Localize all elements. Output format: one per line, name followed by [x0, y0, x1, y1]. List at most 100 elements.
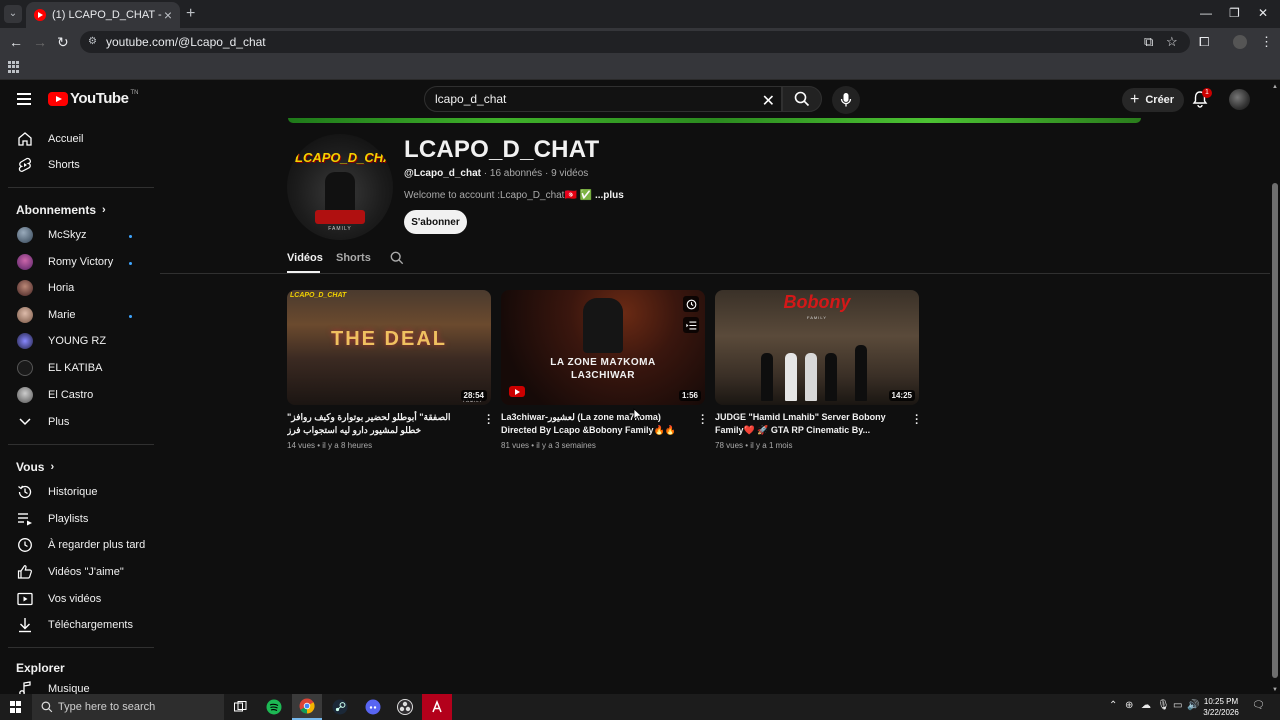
sidebar-item-home[interactable]: Accueil — [0, 126, 154, 152]
tabs-divider — [160, 273, 1270, 274]
address-url: youtube.com/@Lcapo_d_chat — [106, 35, 266, 49]
sidebar-sub-el-castro[interactable]: El Castro — [0, 382, 154, 408]
bookmark-star-icon[interactable]: ☆ — [1166, 34, 1178, 50]
task-view-icon[interactable] — [225, 694, 255, 720]
restore-button[interactable]: ❐ — [1229, 6, 1240, 20]
reload-button[interactable]: ↻ — [57, 34, 69, 51]
channel-handle: @Lcapo_d_chat — [404, 168, 481, 179]
browser-menu-icon[interactable]: ⋮ — [1260, 34, 1273, 50]
spotify-icon[interactable] — [259, 694, 289, 720]
video-card[interactable]: Bobony FAMILY 14:25 JUDGE "Hamid Lmahib"… — [715, 290, 920, 450]
new-content-dot — [129, 262, 132, 265]
browser-tab[interactable]: (1) LCAPO_D_CHAT - YouTube × — [26, 2, 180, 28]
sidebar-item-shorts[interactable]: Shorts — [0, 152, 154, 178]
clear-search-icon[interactable]: ✕ — [762, 91, 775, 111]
video-thumbnail[interactable]: LA ZONE MA7KOMA LA3CHIWAR 1:56 — [501, 290, 705, 405]
back-button[interactable]: ← — [9, 34, 23, 50]
you-title: Vous — [16, 460, 45, 474]
video-card[interactable]: LA ZONE MA7KOMA LA3CHIWAR 1:56 La3chiwar… — [501, 290, 706, 450]
video-duration: 14:25 — [888, 390, 915, 401]
scrollbar-thumb[interactable] — [1272, 183, 1278, 678]
sidebar-item-downloads[interactable]: Téléchargements — [0, 612, 154, 638]
tray-app-icon[interactable]: ⊕ — [1125, 700, 1133, 711]
video-menu-icon[interactable]: · · · — [914, 411, 920, 430]
notifications-button[interactable]: 1 — [1192, 88, 1212, 108]
thumbnail-title-text: THE DEAL — [331, 328, 447, 350]
subscriptions-header[interactable]: Abonnements › — [16, 203, 106, 217]
chrome-icon[interactable] — [292, 694, 322, 720]
video-title[interactable]: La3chiwar-لعشيور (La zone ma7koma) Direc… — [501, 411, 687, 437]
windows-start-icon[interactable] — [10, 701, 22, 713]
youtube-logo[interactable]: YouTube TN — [48, 90, 138, 107]
thumbnail-figure — [855, 345, 867, 401]
close-window-button[interactable]: ✕ — [1258, 6, 1268, 20]
sidebar-item-label: Téléchargements — [48, 619, 133, 631]
video-menu-icon[interactable]: · · · — [700, 411, 706, 430]
search-input[interactable] — [435, 92, 735, 106]
system-clock[interactable]: 10:25 PM 3/22/2026 — [1198, 696, 1244, 718]
sidebar-item-history[interactable]: Historique — [0, 479, 154, 505]
tab-videos[interactable]: Vidéos — [287, 252, 323, 264]
apps-grid-icon[interactable] — [8, 61, 20, 73]
video-menu-icon[interactable]: · · · — [486, 411, 492, 430]
install-app-icon[interactable]: ⧉ — [1144, 34, 1153, 50]
description-more-link[interactable]: ...plus — [595, 190, 624, 201]
notification-center-icon[interactable]: 🗨 — [1252, 700, 1265, 711]
sidebar-item-watch-later[interactable]: À regarder plus tard — [0, 532, 154, 558]
account-avatar[interactable] — [1229, 89, 1250, 110]
sidebar-item-liked-videos[interactable]: Vidéos "J'aime" — [0, 559, 154, 585]
site-info-icon[interactable]: ⚙ — [88, 36, 100, 48]
video-thumbnail[interactable]: LCAPO_D_CHAT THE DEAL FAMILY 28:54 — [287, 290, 491, 405]
tray-overflow-icon[interactable]: ⌃ — [1109, 700, 1117, 711]
sidebar-item-your-videos[interactable]: Vos vidéos — [0, 586, 154, 612]
video-card[interactable]: LCAPO_D_CHAT THE DEAL FAMILY 28:54 "الصف… — [287, 290, 492, 450]
search-icon — [794, 91, 810, 107]
video-duration: 1:56 — [678, 390, 701, 401]
new-content-dot — [129, 315, 132, 318]
tray-app-icon[interactable]: ☁ — [1141, 700, 1151, 711]
search-button[interactable] — [782, 86, 822, 112]
page-scrollbar[interactable]: ▲ ▼ — [1270, 80, 1280, 695]
obs-icon[interactable] — [390, 694, 420, 720]
subscribe-button[interactable]: S'abonner — [404, 210, 467, 234]
scroll-down-icon[interactable]: ▼ — [1272, 687, 1278, 693]
video-thumbnail[interactable]: Bobony FAMILY 14:25 — [715, 290, 919, 405]
video-title[interactable]: "الصفقة" أبوطلو لحضير بوتوارة وكيف روافز… — [287, 411, 473, 437]
channel-banner — [288, 118, 1141, 123]
minimize-button[interactable]: — — [1200, 6, 1212, 20]
notification-badge: 1 — [1202, 88, 1212, 98]
tab-shorts[interactable]: Shorts — [336, 252, 371, 264]
tab-close-icon[interactable]: × — [164, 7, 172, 23]
thumbnail-figure — [805, 353, 817, 401]
scroll-up-icon[interactable]: ▲ — [1272, 84, 1278, 90]
you-header[interactable]: Vous › — [16, 460, 54, 474]
taskbar-search[interactable]: Type here to search — [32, 694, 224, 720]
sidebar-item-playlists[interactable]: Playlists — [0, 506, 154, 532]
channel-search-button[interactable] — [390, 251, 404, 265]
channel-description[interactable]: Welcome to account :Lcapo_D_chat🇹🇳 ✅ ...… — [404, 190, 624, 201]
video-title[interactable]: JUDGE "Hamid Lmahib" Server Bobony Famil… — [715, 411, 901, 437]
menu-hamburger-icon[interactable] — [17, 93, 31, 105]
voice-search-button[interactable] — [832, 86, 860, 114]
extensions-icon[interactable]: ⧠ — [1199, 34, 1209, 50]
steam-icon[interactable] — [325, 694, 355, 720]
sidebar-sub-horia[interactable]: Horia — [0, 275, 154, 301]
address-bar[interactable]: ⚙ youtube.com/@Lcapo_d_chat — [80, 31, 1190, 53]
discord-icon[interactable] — [358, 694, 388, 720]
channel-avatar-large[interactable]: LCAPO_D_CHAT FAMILY — [287, 134, 393, 240]
sidebar-item-music[interactable]: Musique — [0, 676, 154, 695]
sidebar-sub-young-rz[interactable]: YOUNG RZ — [0, 328, 154, 354]
adobe-app-icon[interactable] — [422, 694, 452, 720]
sidebar-item-more[interactable]: Plus — [0, 409, 154, 435]
create-button[interactable]: + Créer — [1122, 88, 1185, 112]
new-tab-button[interactable]: + — [186, 5, 195, 23]
microphone-tray-icon[interactable]: 🎙 — [1157, 700, 1170, 711]
chevron-down-icon — [17, 414, 33, 430]
network-icon[interactable]: ▭ — [1173, 700, 1182, 711]
profile-avatar[interactable] — [1233, 35, 1247, 49]
watch-later-icon[interactable] — [683, 296, 699, 312]
tab-list-button[interactable]: ⌄ — [4, 5, 22, 23]
add-to-queue-icon[interactable] — [683, 317, 699, 333]
sidebar-sub-el-katiba[interactable]: EL KATIBA — [0, 355, 154, 381]
forward-button[interactable]: → — [33, 34, 47, 50]
